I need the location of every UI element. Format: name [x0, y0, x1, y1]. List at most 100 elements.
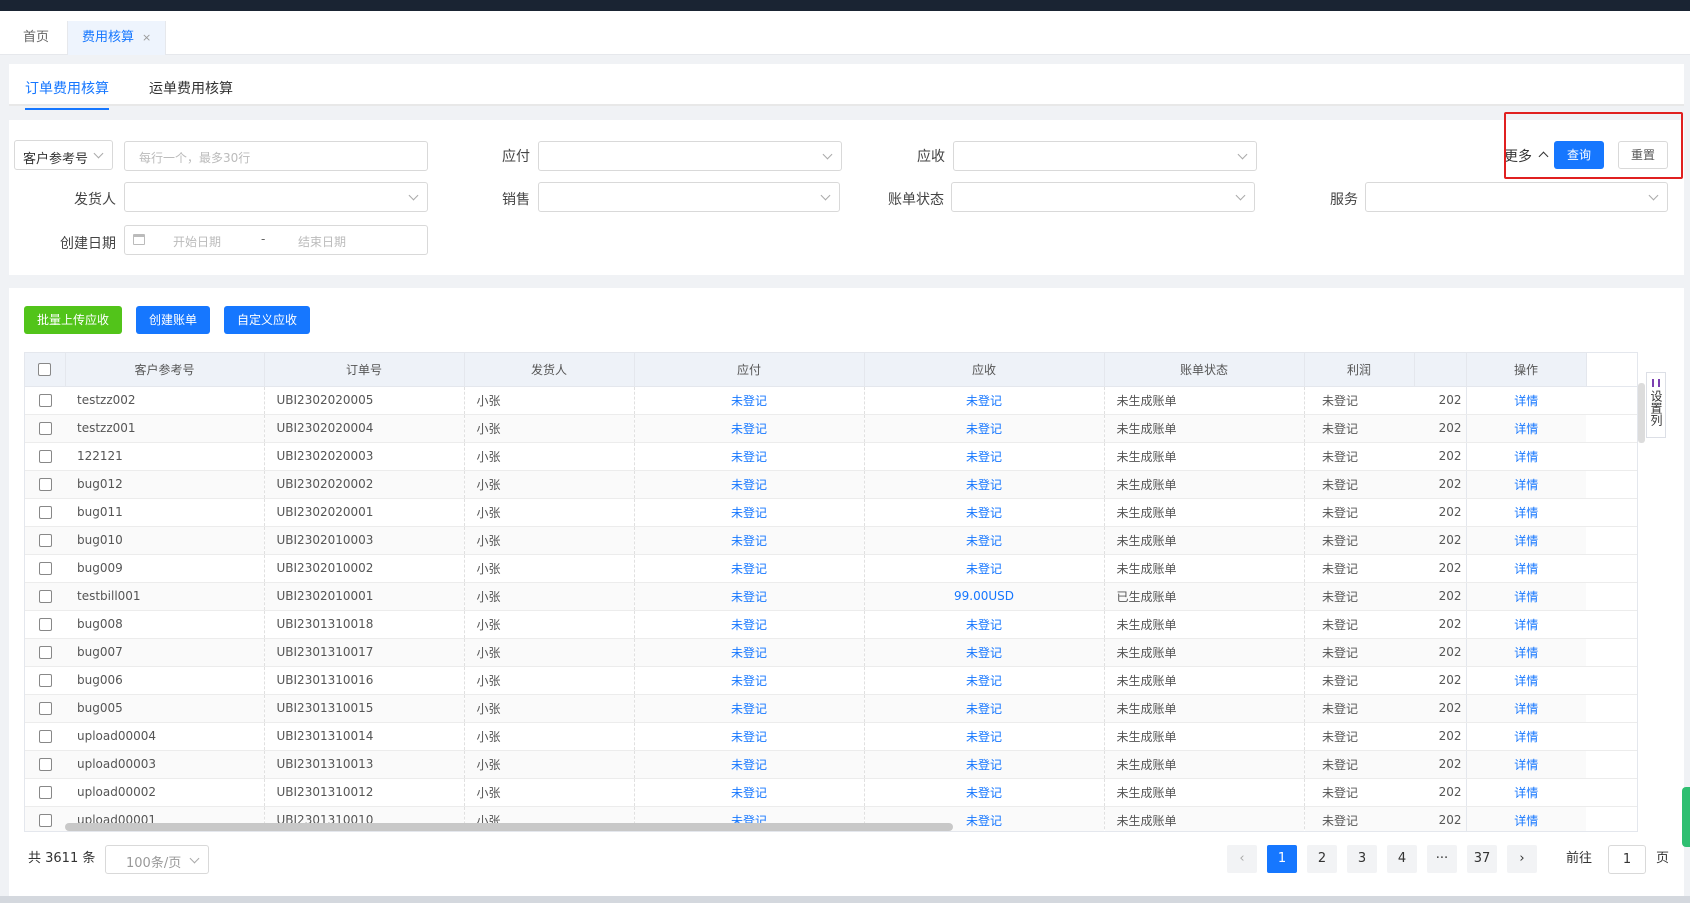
cell-link[interactable]: 详情: [1514, 506, 1538, 520]
detail-cell[interactable]: 详情: [1466, 386, 1586, 415]
cell-link[interactable]: 未登记: [966, 814, 1002, 828]
payable-cell[interactable]: 未登记: [634, 582, 865, 611]
close-icon[interactable]: ×: [142, 31, 151, 44]
cell-link[interactable]: 未登记: [966, 730, 1002, 744]
row-checkbox[interactable]: [38, 618, 52, 631]
cell-link[interactable]: 未登记: [731, 618, 767, 632]
receivable-cell[interactable]: 未登记: [864, 778, 1105, 807]
row-checkbox[interactable]: [38, 646, 52, 659]
goto-page-input[interactable]: 1: [1608, 845, 1646, 874]
tab-home[interactable]: 首页: [9, 21, 63, 55]
receivable-cell[interactable]: 未登记: [864, 750, 1105, 779]
receivable-cell[interactable]: 99.00USD: [864, 582, 1105, 611]
horizontal-scrollbar[interactable]: [65, 823, 953, 831]
receivable-cell[interactable]: 未登记: [864, 666, 1105, 695]
cell-link[interactable]: 未登记: [731, 758, 767, 772]
col-header[interactable]: 账单状态: [1104, 353, 1305, 387]
receivable-cell[interactable]: 未登记: [864, 414, 1105, 443]
ref-input[interactable]: 每行一个，最多30行: [124, 141, 428, 171]
payable-cell[interactable]: 未登记: [634, 666, 865, 695]
payable-cell[interactable]: 未登记: [634, 442, 865, 471]
row-checkbox[interactable]: [38, 562, 52, 575]
col-header[interactable]: 发货人: [464, 353, 635, 387]
payable-cell[interactable]: 未登记: [634, 722, 865, 751]
row-checkbox[interactable]: [38, 814, 52, 827]
cell-link[interactable]: 详情: [1514, 646, 1538, 660]
cell-link[interactable]: 详情: [1514, 730, 1538, 744]
tab-waybill-cost[interactable]: 运单费用核算: [149, 78, 233, 108]
detail-cell[interactable]: 详情: [1466, 806, 1586, 831]
cell-link[interactable]: 详情: [1514, 394, 1538, 408]
cell-link[interactable]: 未登记: [731, 590, 767, 604]
receivable-cell[interactable]: 未登记: [864, 554, 1105, 583]
detail-cell[interactable]: 详情: [1466, 526, 1586, 555]
row-checkbox[interactable]: [38, 786, 52, 799]
cell-link[interactable]: 未登记: [966, 786, 1002, 800]
receivable-cell[interactable]: 未登记: [864, 386, 1105, 415]
cell-link[interactable]: 未登记: [966, 422, 1002, 436]
row-checkbox[interactable]: [38, 506, 52, 519]
cell-link[interactable]: 详情: [1514, 422, 1538, 436]
cell-link[interactable]: 未登记: [731, 478, 767, 492]
page-button[interactable]: 1: [1267, 845, 1297, 873]
page-button[interactable]: 2: [1307, 845, 1337, 873]
col-header[interactable]: 应付: [634, 353, 865, 387]
payable-cell[interactable]: 未登记: [634, 610, 865, 639]
cell-link[interactable]: 详情: [1514, 758, 1538, 772]
cell-link[interactable]: 未登记: [966, 674, 1002, 688]
cell-link[interactable]: 详情: [1514, 702, 1538, 716]
cell-link[interactable]: 未登记: [731, 730, 767, 744]
bill-status-select[interactable]: [951, 182, 1255, 212]
cell-link[interactable]: 未登记: [966, 618, 1002, 632]
receivable-cell[interactable]: 未登记: [864, 638, 1105, 667]
detail-cell[interactable]: 详情: [1466, 414, 1586, 443]
payable-cell[interactable]: 未登记: [634, 750, 865, 779]
cell-link[interactable]: 详情: [1514, 562, 1538, 576]
payable-cell[interactable]: 未登记: [634, 694, 865, 723]
cell-link[interactable]: 未登记: [966, 450, 1002, 464]
cell-link[interactable]: 未登记: [731, 702, 767, 716]
col-header[interactable]: 应收: [864, 353, 1105, 387]
payable-cell[interactable]: 未登记: [634, 638, 865, 667]
payable-cell[interactable]: 未登记: [634, 414, 865, 443]
row-checkbox[interactable]: [38, 534, 52, 547]
ref-type-select[interactable]: 客户参考号: [14, 140, 113, 170]
detail-cell[interactable]: 详情: [1466, 554, 1586, 583]
receivable-cell[interactable]: 未登记: [864, 498, 1105, 527]
prev-page-button[interactable]: ‹: [1227, 845, 1257, 873]
tab-cost-accounting[interactable]: 费用核算 ×: [67, 21, 167, 55]
payable-cell[interactable]: 未登记: [634, 498, 865, 527]
vertical-scrollbar[interactable]: [1638, 383, 1645, 443]
cell-link[interactable]: 未登记: [966, 478, 1002, 492]
receivable-cell[interactable]: 未登记: [864, 694, 1105, 723]
cell-link[interactable]: 未登记: [731, 786, 767, 800]
payable-cell[interactable]: 未登记: [634, 470, 865, 499]
page-button[interactable]: 4: [1387, 845, 1417, 873]
cell-link[interactable]: 未登记: [966, 646, 1002, 660]
row-checkbox[interactable]: [38, 590, 52, 603]
payable-cell[interactable]: 未登记: [634, 386, 865, 415]
detail-cell[interactable]: 详情: [1466, 666, 1586, 695]
detail-cell[interactable]: 详情: [1466, 470, 1586, 499]
cell-link[interactable]: 未登记: [731, 422, 767, 436]
payable-cell[interactable]: 未登记: [634, 526, 865, 555]
service-select[interactable]: [1365, 182, 1668, 212]
detail-cell[interactable]: 详情: [1466, 442, 1586, 471]
cell-link[interactable]: 详情: [1514, 590, 1538, 604]
receivable-select[interactable]: [953, 141, 1257, 171]
detail-cell[interactable]: 详情: [1466, 722, 1586, 751]
cell-link[interactable]: 未登记: [731, 394, 767, 408]
payable-cell[interactable]: 未登记: [634, 554, 865, 583]
cell-link[interactable]: 未登记: [731, 450, 767, 464]
page-button[interactable]: 3: [1347, 845, 1377, 873]
cell-link[interactable]: 未登记: [731, 534, 767, 548]
date-range-picker[interactable]: 开始日期 - 结束日期: [124, 225, 428, 255]
cell-link[interactable]: 未登记: [966, 534, 1002, 548]
cell-link[interactable]: 未登记: [966, 562, 1002, 576]
batch-upload-button[interactable]: 批量上传应收: [24, 306, 122, 334]
detail-cell[interactable]: 详情: [1466, 498, 1586, 527]
cell-link[interactable]: 详情: [1514, 478, 1538, 492]
col-header[interactable]: 利润: [1304, 353, 1415, 387]
receivable-cell[interactable]: 未登记: [864, 610, 1105, 639]
column-settings-button[interactable]: 设置列: [1646, 372, 1666, 438]
